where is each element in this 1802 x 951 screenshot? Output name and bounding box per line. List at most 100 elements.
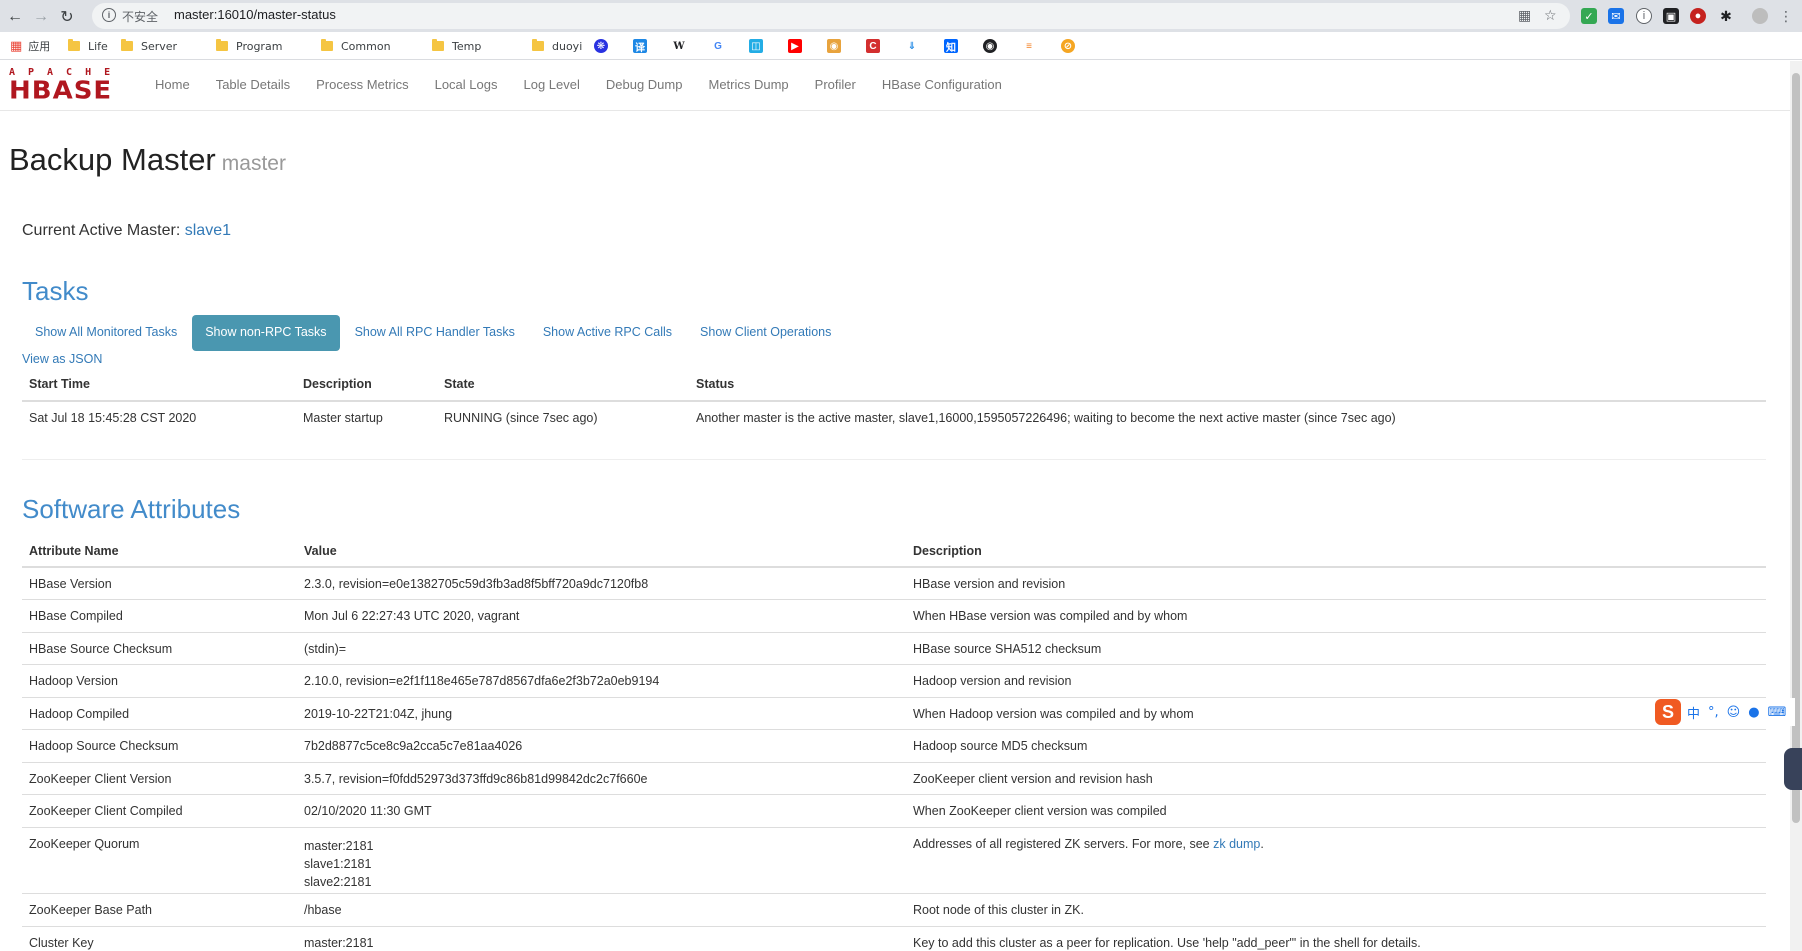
- grid-extension-icon[interactable]: ▣: [1663, 8, 1679, 24]
- bookmark-label: Server: [141, 39, 178, 53]
- tab-active-rpc-calls[interactable]: Show Active RPC Calls: [530, 315, 685, 351]
- bookmark-life[interactable]: Life: [68, 38, 108, 54]
- bookmark-apps[interactable]: ▦ 应用: [10, 38, 50, 54]
- url-text[interactable]: master:16010/master-status: [174, 7, 336, 22]
- page-scrollbar[interactable]: [1790, 61, 1802, 951]
- tasks-tabs: Show All Monitored Tasks Show non-RPC Ta…: [22, 315, 846, 351]
- sogou-ime-logo[interactable]: S: [1655, 699, 1681, 725]
- smiley-icon[interactable]: ☺: [1727, 705, 1741, 720]
- ime-chinese-mode[interactable]: 中: [1687, 703, 1700, 722]
- side-floating-widget[interactable]: [1784, 748, 1802, 790]
- quorum-description-text: Addresses of all registered ZK servers. …: [913, 836, 1210, 851]
- forward-icon[interactable]: →: [29, 5, 53, 29]
- nav-debug-dump[interactable]: Debug Dump: [606, 77, 683, 92]
- ime-toolbar[interactable]: S 中 °, ☺ ● ⌨: [1655, 698, 1795, 726]
- folder-icon: [216, 39, 228, 51]
- tasks-table: Start Time Description State Status Sat …: [22, 368, 1766, 433]
- security-label: 不安全: [122, 10, 159, 24]
- attr-name: Hadoop Version: [22, 663, 297, 697]
- shield-extension-icon[interactable]: ✓: [1581, 8, 1597, 24]
- zk-dump-link[interactable]: zk dump: [1213, 837, 1260, 851]
- stackoverflow-icon[interactable]: ≡: [1022, 39, 1036, 53]
- nav-local-logs[interactable]: Local Logs: [435, 77, 498, 92]
- fox-icon[interactable]: ◉: [827, 39, 841, 53]
- zhihu-icon[interactable]: 知: [944, 39, 958, 54]
- bookmarks-bar: ▦ 应用 Life Server Program Common Temp duoy…: [0, 32, 1802, 60]
- bilibili-icon[interactable]: ◫: [749, 39, 763, 53]
- attr-value: 7b2d8877c5ce8c9a2cca5c7e81aa4026: [297, 728, 906, 762]
- back-icon[interactable]: ←: [3, 5, 27, 29]
- attr-description: Hadoop version and revision: [906, 663, 1766, 697]
- translate-bookmark-icon[interactable]: 译: [633, 39, 647, 54]
- bookmark-common[interactable]: Common: [321, 38, 391, 54]
- task-state: RUNNING (since 7sec ago): [437, 400, 689, 433]
- attr-description: HBase version and revision: [906, 566, 1766, 599]
- table-row: HBase Version 2.3.0, revision=e0e1382705…: [22, 566, 1766, 599]
- attr-description: When ZooKeeper client version was compil…: [906, 793, 1766, 827]
- tab-non-rpc-tasks[interactable]: Show non-RPC Tasks: [192, 315, 340, 351]
- ime-punctuation[interactable]: °,: [1708, 705, 1719, 720]
- info-icon[interactable]: i: [102, 8, 116, 22]
- bookmark-program[interactable]: Program: [216, 38, 282, 54]
- attr-value: 3.5.7, revision=f0fdd52973d373ffd9c86b81…: [297, 761, 906, 794]
- folder-icon: [532, 39, 544, 51]
- attr-name: Hadoop Compiled: [22, 696, 297, 729]
- keyboard-icon[interactable]: ⌨: [1768, 705, 1787, 720]
- nav-home[interactable]: Home: [155, 77, 190, 92]
- address-bar[interactable]: i 不安全 master:16010/master-status ▦ ☆: [92, 3, 1570, 29]
- active-master-link[interactable]: slave1: [185, 222, 231, 239]
- attr-value: 2019-10-22T21:04Z, jhung: [297, 696, 906, 729]
- page-title-text: Backup Master: [9, 142, 216, 177]
- baidu-icon[interactable]: ❋: [594, 39, 608, 53]
- chevrons-icon[interactable]: ⇓: [905, 39, 919, 53]
- software-attributes-heading: Software Attributes: [22, 494, 241, 524]
- bookmark-temp[interactable]: Temp: [432, 38, 481, 54]
- col-value: Value: [297, 535, 906, 568]
- quorum-server: slave1:2181: [304, 856, 372, 871]
- microphone-icon[interactable]: ●: [1748, 705, 1759, 720]
- translate-icon[interactable]: ▦: [1518, 7, 1531, 24]
- table-row: HBase Compiled Mon Jul 6 22:27:43 UTC 20…: [22, 598, 1766, 632]
- csdn-icon[interactable]: C: [866, 39, 880, 53]
- tasks-heading: Tasks: [22, 276, 89, 306]
- tab-client-operations[interactable]: Show Client Operations: [687, 315, 844, 351]
- table-row: Hadoop Compiled 2019-10-22T21:04Z, jhung…: [22, 696, 1766, 729]
- nav-profiler[interactable]: Profiler: [815, 77, 856, 92]
- attr-value: 2.3.0, revision=e0e1382705c59d3fb3ad8f5b…: [297, 566, 906, 599]
- github-icon[interactable]: ◉: [983, 39, 997, 53]
- mail-extension-icon[interactable]: ✉: [1608, 8, 1624, 24]
- attr-description: Root node of this cluster in ZK.: [906, 892, 1766, 926]
- puzzle-extensions-icon[interactable]: ✱: [1718, 8, 1734, 24]
- nav-metrics-dump[interactable]: Metrics Dump: [708, 77, 788, 92]
- menu-kebab-icon[interactable]: ⋮: [1778, 8, 1794, 24]
- page-title: Backup Master master: [9, 142, 286, 178]
- col-attr-description: Description: [906, 535, 1766, 568]
- info-extension-icon[interactable]: i: [1636, 8, 1652, 24]
- record-extension-icon[interactable]: ●: [1690, 8, 1706, 24]
- google-icon[interactable]: G: [711, 39, 725, 53]
- basketball-icon[interactable]: ⊘: [1061, 39, 1075, 53]
- bookmark-label: Life: [88, 39, 108, 53]
- attr-value-list: master:2181 slave1:2181 slave2:2181: [297, 826, 906, 893]
- reload-icon[interactable]: ↻: [55, 5, 79, 29]
- youtube-icon[interactable]: ▶: [788, 39, 802, 53]
- software-attributes-table: Attribute Name Value Description HBase V…: [22, 535, 1766, 951]
- bookmark-server[interactable]: Server: [121, 38, 177, 54]
- nav-log-level[interactable]: Log Level: [523, 77, 579, 92]
- nav-table-details[interactable]: Table Details: [216, 77, 290, 92]
- nav-process-metrics[interactable]: Process Metrics: [316, 77, 408, 92]
- tab-all-monitored-tasks[interactable]: Show All Monitored Tasks: [22, 315, 190, 351]
- attr-description: When HBase version was compiled and by w…: [906, 598, 1766, 632]
- bookmark-label: Program: [236, 39, 283, 53]
- quorum-server: master:2181: [304, 838, 374, 853]
- attr-value: 02/10/2020 11:30 GMT: [297, 793, 906, 827]
- bookmark-duoyi[interactable]: duoyi: [532, 38, 582, 54]
- bookmark-star-icon[interactable]: ☆: [1544, 7, 1557, 24]
- tab-rpc-handler-tasks[interactable]: Show All RPC Handler Tasks: [342, 315, 528, 351]
- view-as-json-link[interactable]: View as JSON: [22, 352, 102, 366]
- hbase-logo[interactable]: APACHE HBASE: [9, 67, 129, 103]
- folder-icon: [321, 39, 333, 51]
- nav-hbase-configuration[interactable]: HBase Configuration: [882, 77, 1002, 92]
- profile-avatar-icon[interactable]: [1752, 8, 1768, 24]
- wikipedia-icon[interactable]: W: [672, 39, 686, 53]
